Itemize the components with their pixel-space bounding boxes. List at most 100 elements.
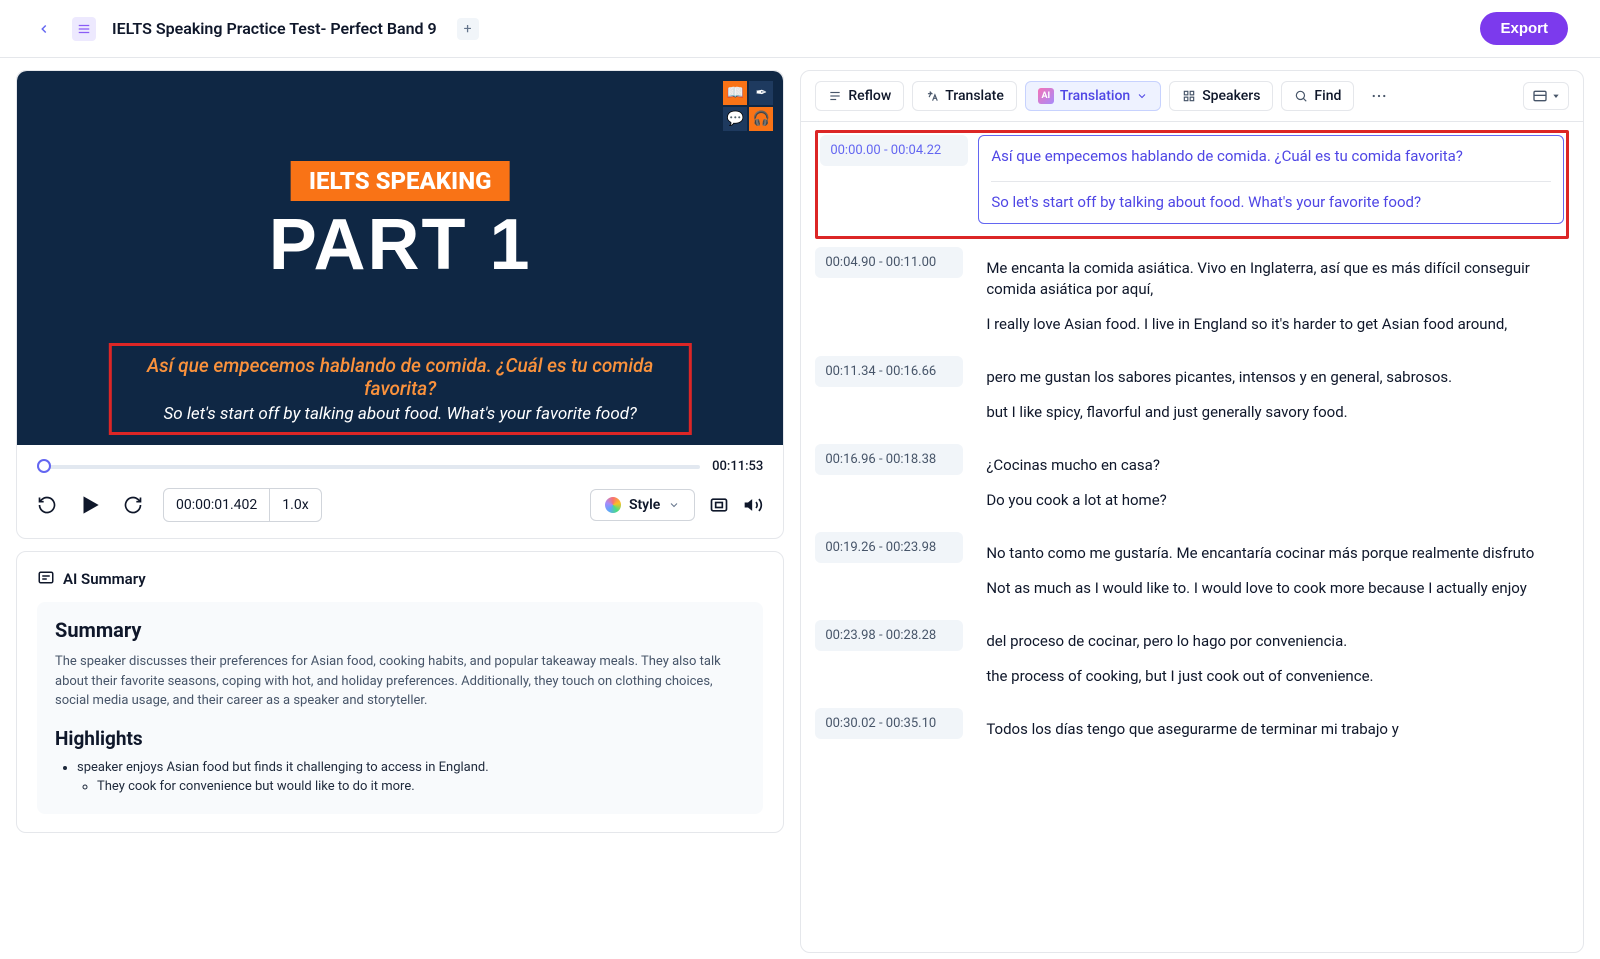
more-button[interactable]	[1362, 81, 1396, 111]
left-column: 📖 ✒ 💬 🎧 IELTS SPEAKING PART 1 Así que em…	[16, 70, 784, 953]
segment-timestamp[interactable]: 00:11.34 - 00:16.66	[815, 356, 963, 387]
segment-text-translated: Así que empecemos hablando de comida. ¿C…	[991, 146, 1551, 167]
chevron-down-icon	[1136, 90, 1148, 102]
doc-icon	[72, 17, 96, 41]
speakers-icon	[1182, 89, 1196, 103]
playback-speed[interactable]: 1.0x	[270, 489, 320, 521]
speakers-button[interactable]: Speakers	[1169, 81, 1273, 111]
fullscreen-button[interactable]	[709, 495, 729, 515]
color-wheel-icon	[605, 497, 621, 513]
reflow-button[interactable]: Reflow	[815, 81, 904, 111]
book-icon: 📖	[723, 81, 747, 105]
translate-icon	[925, 89, 939, 103]
segment-timestamp[interactable]: 00:16.96 - 00:18.38	[815, 444, 963, 475]
segment-body[interactable]: Así que empecemos hablando de comida. ¿C…	[978, 135, 1564, 224]
transcript-segment[interactable]: 00:00.00 - 00:04.22 Así que empecemos hab…	[820, 135, 1564, 224]
segment-body[interactable]: Me encanta la comida asiática. Vivo en I…	[973, 247, 1569, 346]
transcript-list[interactable]: 00:00.00 - 00:04.22 Así que empecemos hab…	[801, 122, 1583, 952]
document-title: IELTS Speaking Practice Test- Perfect Ba…	[112, 19, 437, 38]
summary-heading: Summary	[55, 618, 745, 642]
segment-timestamp[interactable]: 00:00.00 - 00:04.22	[820, 135, 968, 166]
time-display: 00:00:01.402 1.0x	[163, 488, 322, 522]
video-preview[interactable]: 📖 ✒ 💬 🎧 IELTS SPEAKING PART 1 Así que em…	[17, 71, 783, 445]
chat-icon: 💬	[723, 107, 747, 131]
segment-text-translated: del proceso de cocinar, pero lo hago por…	[986, 631, 1556, 652]
highlight-item: speaker enjoys Asian food but finds it c…	[77, 760, 745, 775]
segment-text-original: Do you cook a lot at home?	[986, 490, 1556, 511]
transcript-panel: Reflow Translate AI Translation Speakers…	[800, 70, 1584, 953]
player-controls: 00:00:01.402 1.0x Style	[17, 488, 783, 538]
add-tab-button[interactable]: +	[457, 18, 479, 40]
summary-text: The speaker discusses their preferences …	[55, 652, 745, 711]
segment-timestamp[interactable]: 00:30.02 - 00:35.10	[815, 708, 963, 739]
rewind-button[interactable]	[37, 495, 57, 515]
segment-timestamp[interactable]: 00:23.98 - 00:28.28	[815, 620, 963, 651]
back-button[interactable]	[32, 17, 56, 41]
caret-down-icon	[1552, 92, 1560, 100]
segment-text-translated: Todos los días tengo que asegurarme de t…	[986, 719, 1556, 740]
highlights-list: speaker enjoys Asian food but finds it c…	[55, 760, 745, 794]
pen-icon: ✒	[749, 81, 773, 105]
segment-text-original: the process of cooking, but I just cook …	[986, 666, 1556, 687]
ai-icon: AI	[1038, 88, 1054, 104]
controls-left: 00:00:01.402 1.0x	[37, 488, 322, 522]
video-part-label: PART 1	[269, 209, 532, 281]
video-panel: 📖 ✒ 💬 🎧 IELTS SPEAKING PART 1 Así que em…	[16, 70, 784, 539]
transcript-segment[interactable]: 00:04.90 - 00:11.00 Me encanta la comida …	[815, 247, 1569, 346]
timeline-scrubber[interactable]	[37, 465, 700, 469]
transcript-segment[interactable]: 00:30.02 - 00:35.10 Todos los días tengo …	[815, 708, 1569, 765]
summary-section-title: AI Summary	[63, 570, 146, 588]
segment-body[interactable]: ¿Cocinas mucho en casa? Do you cook a lot…	[973, 444, 1569, 522]
volume-button[interactable]	[743, 495, 763, 515]
header-left: IELTS Speaking Practice Test- Perfect Ba…	[32, 17, 479, 41]
segment-text-original: I really love Asian food. I live in Engl…	[986, 314, 1556, 335]
find-button[interactable]: Find	[1281, 81, 1354, 111]
segment-text-translated: ¿Cocinas mucho en casa?	[986, 455, 1556, 476]
transcript-segment[interactable]: 00:19.26 - 00:23.98 No tanto como me gust…	[815, 532, 1569, 610]
video-badge: IELTS SPEAKING	[291, 161, 510, 201]
transcript-segment[interactable]: 00:23.98 - 00:28.28 del proceso de cocina…	[815, 620, 1569, 698]
segment-text-translated: Me encanta la comida asiática. Vivo en I…	[986, 258, 1556, 300]
app-header: IELTS Speaking Practice Test- Perfect Ba…	[0, 0, 1600, 58]
layout-icon	[1532, 88, 1548, 104]
summary-body: Summary The speaker discusses their pref…	[37, 602, 763, 814]
translate-button[interactable]: Translate	[912, 81, 1017, 111]
transcript-segment[interactable]: 00:16.96 - 00:18.38 ¿Cocinas mucho en cas…	[815, 444, 1569, 522]
segment-text-original: So let's start off by talking about food…	[991, 192, 1551, 213]
headphones-icon: 🎧	[749, 107, 773, 131]
segment-text-original: but I like spicy, flavorful and just gen…	[986, 402, 1556, 423]
main-content: 📖 ✒ 💬 🎧 IELTS SPEAKING PART 1 Así que em…	[0, 58, 1600, 953]
video-title-overlay: IELTS SPEAKING PART 1	[269, 161, 532, 281]
segment-body[interactable]: Todos los días tengo que asegurarme de t…	[973, 708, 1569, 765]
caption-original: So let's start off by talking about food…	[124, 404, 676, 424]
transcript-segment[interactable]: 00:11.34 - 00:16.66 pero me gustan los sa…	[815, 356, 1569, 434]
transcript-toolbar: Reflow Translate AI Translation Speakers…	[801, 71, 1583, 122]
segment-body[interactable]: No tanto como me gustaría. Me encantaría…	[973, 532, 1569, 610]
segment-body[interactable]: del proceso de cocinar, pero lo hago por…	[973, 620, 1569, 698]
caption-overlay: Así que empecemos hablando de comida. ¿C…	[109, 343, 691, 435]
highlights-heading: Highlights	[55, 727, 745, 750]
export-button[interactable]: Export	[1480, 12, 1568, 45]
selected-segment-highlight: 00:00.00 - 00:04.22 Así que empecemos hab…	[815, 130, 1569, 239]
timeline-row: 00:11:53	[17, 445, 783, 488]
reflow-icon	[828, 89, 842, 103]
corner-icons: 📖 ✒ 💬 🎧	[723, 81, 773, 131]
style-button[interactable]: Style	[590, 489, 695, 521]
segment-text-translated: No tanto como me gustaría. Me encantaría…	[986, 543, 1556, 564]
summary-icon	[37, 570, 55, 588]
highlight-subitem: They cook for convenience but would like…	[97, 779, 745, 794]
current-time[interactable]: 00:00:01.402	[164, 489, 270, 521]
forward-button[interactable]	[123, 495, 143, 515]
summary-panel: AI Summary Summary The speaker discusses…	[16, 551, 784, 833]
search-icon	[1294, 89, 1308, 103]
segment-text-translated: pero me gustan los sabores picantes, int…	[986, 367, 1556, 388]
segment-body[interactable]: pero me gustan los sabores picantes, int…	[973, 356, 1569, 434]
play-button[interactable]	[77, 492, 103, 518]
segment-text-original: Not as much as I would like to. I would …	[986, 578, 1556, 599]
segment-timestamp[interactable]: 00:19.26 - 00:23.98	[815, 532, 963, 563]
translation-button[interactable]: AI Translation	[1025, 81, 1161, 111]
caption-translated: Así que empecemos hablando de comida. ¿C…	[124, 354, 676, 400]
segment-timestamp[interactable]: 00:04.90 - 00:11.00	[815, 247, 963, 278]
view-toggle[interactable]	[1523, 82, 1569, 110]
playhead[interactable]	[37, 459, 51, 473]
